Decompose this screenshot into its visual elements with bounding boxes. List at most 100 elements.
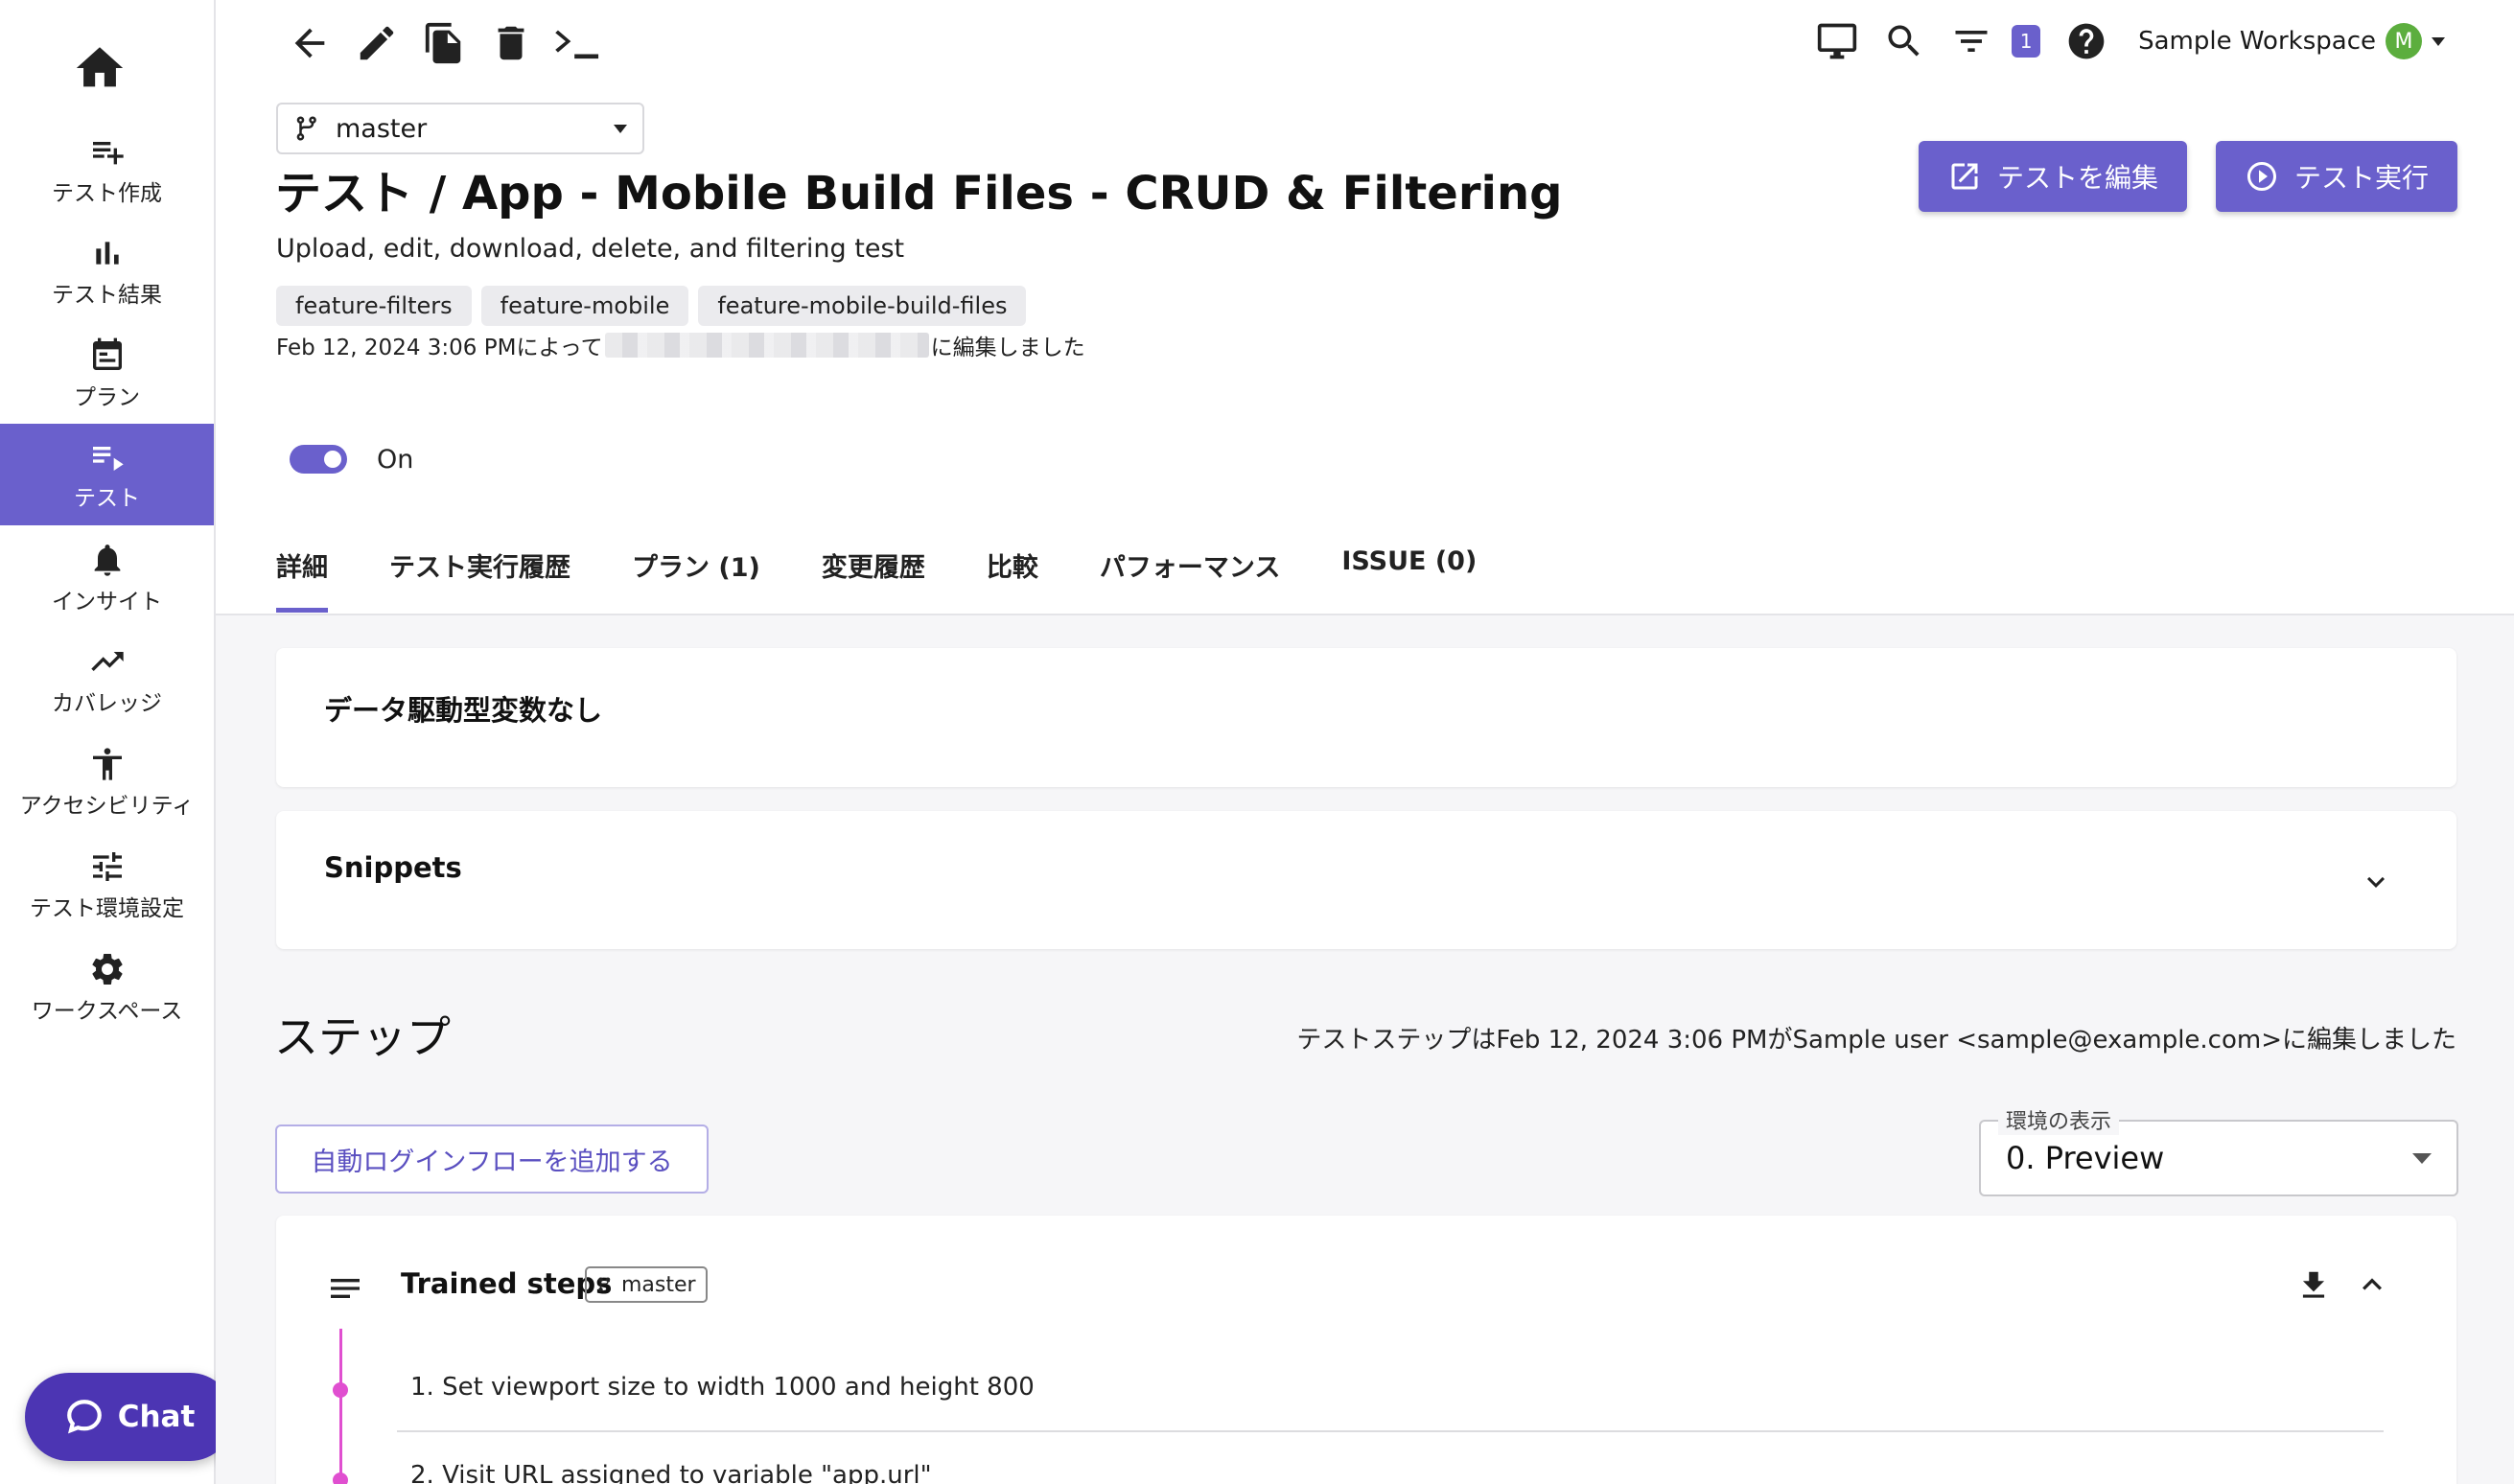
test-enabled-toggle[interactable] [290, 445, 347, 474]
workspace-switcher[interactable]: Sample Workspace M [2138, 23, 2445, 59]
tab-issues[interactable]: ISSUE (0) [1341, 545, 1477, 615]
environment-label: 環境の表示 [1998, 1104, 2120, 1135]
run-test-button[interactable]: テスト実行 [2216, 141, 2458, 212]
redacted-user [604, 333, 929, 358]
accessibility-icon [92, 748, 122, 780]
sidebar-item-label: テスト作成 [52, 181, 162, 206]
delete-trash-icon[interactable] [489, 21, 533, 65]
playlist-play-icon [92, 447, 124, 471]
edit-pencil-icon[interactable] [355, 21, 399, 65]
sidebar-item-coverage[interactable]: カバレッジ [0, 629, 214, 730]
steps-heading: ステップ [274, 1011, 451, 1063]
sidebar-item-label: プラン [74, 385, 140, 410]
tag-chip[interactable]: feature-mobile-build-files [698, 286, 1027, 326]
sidebar-item-label: カバレッジ [52, 691, 162, 716]
branch-select[interactable]: master [276, 103, 644, 154]
tab-performance[interactable]: パフォーマンス [1100, 545, 1280, 615]
play-circle-icon [2247, 162, 2276, 191]
chat-bubble-icon [66, 1400, 102, 1434]
data-driven-title: データ駆動型変数なし [324, 694, 603, 727]
edited-suffix: に編集しました [930, 336, 1085, 360]
toggle-label: On [377, 445, 414, 475]
calendar-icon [92, 337, 122, 370]
workspace-name: Sample Workspace [2138, 27, 2376, 56]
home-icon[interactable] [69, 40, 130, 96]
edit-test-label: テストを編集 [1997, 162, 2159, 194]
page-title: テスト / App - Mobile Build Files - CRUD & … [275, 167, 1563, 220]
sidebar-item-insights[interactable]: インサイト [0, 527, 214, 629]
tag-chip[interactable]: feature-filters [276, 286, 472, 326]
trending-up-icon [90, 652, 124, 671]
chevron-up-icon[interactable] [2353, 1265, 2391, 1304]
gear-icon [91, 954, 123, 985]
sidebar-item-accessibility[interactable]: アクセシビリティ [0, 731, 214, 833]
sidebar-item-test-results[interactable]: テスト結果 [0, 220, 214, 322]
filter-icon[interactable] [1950, 20, 1992, 62]
tab-bar: 詳細 テスト実行履歴 プラン (1) 変更履歴 比較 パフォーマンス ISSUE… [276, 545, 1477, 615]
trained-steps-title: Trained steps [401, 1267, 613, 1300]
chat-button[interactable]: Chat [25, 1373, 234, 1461]
sidebar-item-label: テスト環境設定 [30, 896, 184, 921]
sidebar-item-label: テスト結果 [52, 283, 162, 308]
step-marker [333, 1382, 348, 1398]
monitor-icon[interactable] [1816, 20, 1858, 62]
sidebar-item-label: ワークスペース [31, 999, 183, 1024]
chevron-down-icon [2432, 36, 2445, 46]
snippets-card[interactable]: Snippets [276, 811, 2456, 949]
trained-steps-card: Trained steps master 1. Set viewport siz… [276, 1216, 2456, 1484]
edit-test-button[interactable]: テストを編集 [1919, 141, 2188, 212]
add-auto-login-button[interactable]: 自動ログインフローを追加する [275, 1125, 709, 1194]
step-item[interactable]: 1. Set viewport size to width 1000 and h… [410, 1373, 1035, 1402]
terminal-icon[interactable] [554, 21, 602, 65]
divider [397, 1430, 2384, 1432]
chevron-down-icon [614, 124, 627, 133]
chevron-down-icon [2412, 1152, 2432, 1164]
tag-chip[interactable]: feature-mobile [480, 286, 689, 326]
steps-edited-info: テストステップはFeb 12, 2024 3:06 PMがSample user… [1296, 1026, 2456, 1055]
sidebar-item-plans[interactable]: プラン [0, 323, 214, 425]
snippets-title: Snippets [324, 851, 462, 884]
git-branch-icon [598, 1277, 611, 1292]
avatar: M [2386, 23, 2422, 59]
notes-list-icon [331, 1279, 360, 1298]
test-description: Upload, edit, download, delete, and filt… [276, 234, 905, 264]
step-marker [333, 1472, 348, 1484]
sidebar-item-create-test[interactable]: テスト作成 [0, 119, 214, 220]
tab-change-history[interactable]: 変更履歴 [822, 545, 925, 615]
sidebar-item-label: テスト [74, 486, 140, 511]
tab-details[interactable]: 詳細 [276, 545, 328, 615]
tab-compare[interactable]: 比較 [987, 545, 1038, 615]
top-right-toolbar: 1 Sample Workspace M [1816, 17, 2445, 65]
bell-icon [94, 545, 120, 576]
tag-list: feature-filters feature-mobile feature-m… [276, 286, 1027, 326]
step-item[interactable]: 2. Visit URL assigned to variable "app.u… [410, 1461, 932, 1484]
edited-info: Feb 12, 2024 3:06 PMによって に編集しました [276, 329, 1085, 361]
download-icon[interactable] [2295, 1267, 2332, 1304]
tab-run-history[interactable]: テスト実行履歴 [389, 545, 570, 615]
tab-plans[interactable]: プラン (1) [632, 545, 760, 615]
edited-prefix: Feb 12, 2024 3:06 PMによって [276, 336, 603, 360]
search-icon[interactable] [1883, 20, 1925, 62]
sidebar-item-workspace[interactable]: ワークスペース [0, 937, 214, 1038]
chevron-down-icon[interactable] [2359, 865, 2393, 899]
sidebar: テスト作成 テスト結果 プラン テスト インサイト カバレッジ アクセシビリティ… [0, 0, 234, 1484]
branch-name: master [336, 113, 428, 144]
notification-badge[interactable]: 1 [2012, 25, 2041, 58]
playlist-add-icon [92, 142, 124, 165]
help-icon[interactable] [2065, 20, 2107, 62]
branch-chip: master [585, 1266, 708, 1303]
copy-icon[interactable] [422, 21, 466, 65]
back-arrow-icon[interactable] [288, 21, 332, 65]
sidebar-item-test-env-settings[interactable]: テスト環境設定 [0, 834, 214, 936]
sidebar-item-label: アクセシビリティ [19, 794, 195, 819]
step-timeline [339, 1329, 342, 1484]
tune-icon [92, 852, 122, 881]
bar-chart-icon [95, 242, 119, 265]
branch-chip-label: master [621, 1272, 696, 1297]
sidebar-item-tests[interactable]: テスト [0, 424, 214, 525]
environment-value: 0. Preview [2006, 1140, 2165, 1176]
git-branch-icon [296, 116, 316, 141]
chat-label: Chat [117, 1400, 196, 1434]
open-in-new-icon [1951, 163, 1978, 190]
data-driven-card: データ駆動型変数なし [276, 648, 2456, 787]
